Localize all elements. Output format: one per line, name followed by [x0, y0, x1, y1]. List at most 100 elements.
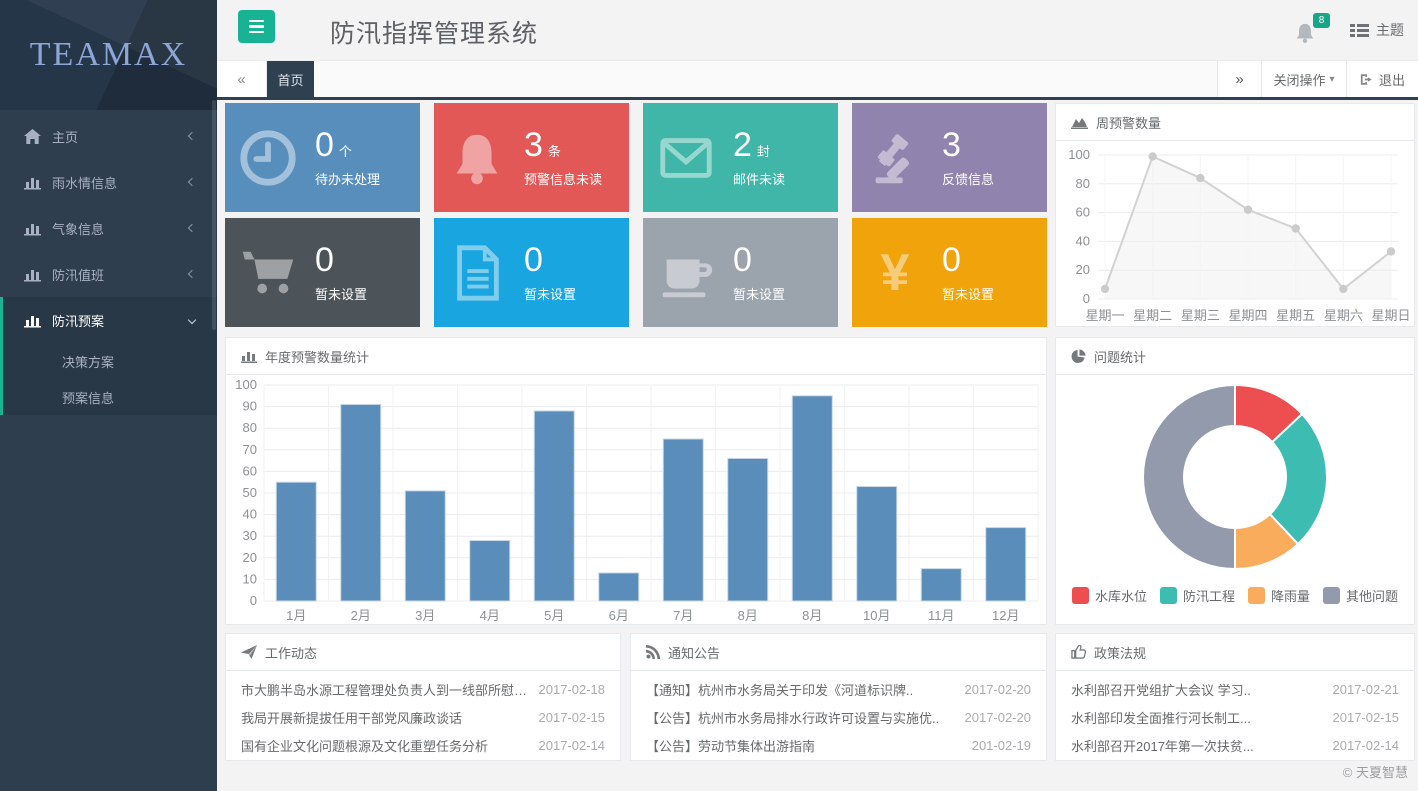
year-alert-panel: 年度预警数量统计 01020304050607080901001月2月3月4月5… — [225, 337, 1047, 625]
panel-title: 年度预警数量统计 — [265, 347, 369, 366]
legend-swatch — [1160, 587, 1177, 604]
sidebar-subitem-decision-plan[interactable]: 决策方案 — [3, 343, 217, 379]
news-link[interactable]: 【公告】杭州市水务局排水行政许可设置与实施优.. — [646, 708, 939, 727]
news-link[interactable]: 【公告】劳动节集体出游指南 — [646, 736, 815, 755]
news-link[interactable]: 水利部召开2017年第一次扶贫... — [1071, 736, 1254, 755]
svg-text:50: 50 — [243, 485, 257, 500]
stat-card-feedback[interactable]: 3 反馈信息 — [852, 103, 1047, 212]
sidebar-active-section: 防汛预案 决策方案 预案信息 — [0, 297, 217, 415]
svg-text:星期日: 星期日 — [1371, 308, 1410, 323]
legend-item-flood-project[interactable]: 防汛工程 — [1160, 586, 1235, 605]
work-news-panel: 工作动态 市大鹏半岛水源工程管理处负责人到一线部所慰问新春 2017-02-18… — [225, 633, 621, 761]
sidebar-item-label: 防汛预案 — [52, 311, 189, 330]
sidebar-subitem-label: 预案信息 — [62, 388, 114, 407]
problem-donut-chart — [1056, 375, 1414, 584]
footer-copyright: © 天夏智慧 — [1343, 762, 1408, 781]
stat-value: 3 — [942, 126, 961, 164]
scroll-tabs-right-button[interactable]: » — [1217, 61, 1262, 97]
svg-text:90: 90 — [243, 399, 257, 414]
tab-home[interactable]: 首页 — [267, 61, 314, 97]
legend-item-reservoir[interactable]: 水库水位 — [1072, 586, 1147, 605]
sidebar-item-label: 气象信息 — [52, 219, 189, 238]
close-operations-label: 关闭操作 — [1273, 70, 1325, 89]
panel-header: 年度预警数量统计 — [226, 338, 1046, 375]
bar-chart-icon — [24, 267, 41, 282]
news-link[interactable]: 市大鹏半岛水源工程管理处负责人到一线部所慰问新春 — [241, 680, 529, 699]
panel-header: 工作动态 — [226, 634, 620, 671]
news-link[interactable]: 水利部召开党组扩大会议 学习.. — [1071, 680, 1251, 699]
notifications-button[interactable]: 8 — [1294, 13, 1324, 47]
news-link[interactable]: 水利部印发全面推行河长制工... — [1071, 708, 1251, 727]
bar-chart-icon — [241, 350, 257, 363]
sidebar-item-flood-duty[interactable]: 防汛值班 — [0, 251, 217, 297]
close-operations-dropdown[interactable]: 关闭操作 ▾ — [1262, 61, 1346, 97]
area-chart-icon — [1071, 116, 1088, 129]
stat-card-mail[interactable]: 2封 邮件未读 — [643, 103, 838, 212]
coffee-icon — [655, 242, 717, 304]
svg-text:星期五: 星期五 — [1276, 308, 1315, 323]
svg-text:星期二: 星期二 — [1133, 308, 1172, 323]
bar-chart-icon — [24, 313, 41, 328]
problem-stats-panel: 问题统计 水库水位 防汛工程 降雨量 其他问题 — [1055, 337, 1415, 625]
panel-header: 政策法规 — [1056, 634, 1414, 671]
gavel-icon — [864, 127, 926, 189]
stat-unit: 封 — [757, 144, 770, 159]
sidebar-scrollbar[interactable] — [212, 100, 216, 330]
stat-label: 反馈信息 — [942, 169, 994, 188]
sidebar-item-label: 雨水情信息 — [52, 173, 189, 192]
svg-text:70: 70 — [243, 442, 257, 457]
stat-unit: 条 — [548, 144, 561, 159]
scroll-tabs-left-button[interactable]: « — [217, 61, 267, 97]
stat-label: 邮件未读 — [733, 169, 785, 188]
svg-text:7月: 7月 — [673, 608, 693, 623]
theme-button[interactable]: 主题 — [1350, 20, 1404, 40]
svg-text:5月: 5月 — [544, 608, 564, 623]
stat-cards: 0个 待办未处理 3条 预警信息未读 2封 邮件未读 3 反馈信息 — [225, 103, 1047, 327]
policy-panel: 政策法规 水利部召开党组扩大会议 学习.. 2017-02-21 水利部印发全面… — [1055, 633, 1415, 761]
svg-text:100: 100 — [1068, 147, 1090, 162]
double-chevron-left-icon: « — [237, 71, 245, 88]
donut-legend: 水库水位 防汛工程 降雨量 其他问题 — [1056, 586, 1414, 605]
sidebar-item-label: 防汛值班 — [52, 265, 189, 284]
stat-card-todo[interactable]: 0个 待办未处理 — [225, 103, 420, 212]
news-link[interactable]: 我局开展新提拔任用干部党风廉政谈话 — [241, 708, 462, 727]
home-icon — [24, 129, 41, 144]
stat-card-alerts[interactable]: 3条 预警信息未读 — [434, 103, 629, 212]
chevron-down-icon — [188, 316, 196, 324]
svg-text:100: 100 — [235, 377, 257, 392]
news-link[interactable]: 【通知】杭州市水务局关于印发《河道标识牌.. — [646, 680, 913, 699]
sidebar-item-rain-info[interactable]: 雨水情信息 — [0, 159, 217, 205]
stat-value: 3 — [524, 126, 543, 164]
legend-item-other[interactable]: 其他问题 — [1323, 586, 1398, 605]
sidebar-item-home[interactable]: 主页 — [0, 113, 217, 159]
stat-card-unset-1[interactable]: 0 暂未设置 — [225, 218, 420, 327]
news-link[interactable]: 国有企业文化问题根源及文化重塑任务分析 — [241, 736, 488, 755]
svg-text:1月: 1月 — [286, 608, 306, 623]
news-date: 2017-02-18 — [539, 682, 606, 697]
stat-card-unset-2[interactable]: 0 暂未设置 — [434, 218, 629, 327]
panel-header: 问题统计 — [1056, 338, 1414, 375]
sidebar: TEAMAX 主页 雨水情信息 气象信息 防汛值班 防汛预案 — [0, 0, 217, 791]
stat-value: 2 — [733, 126, 752, 164]
stat-label: 待办未处理 — [315, 169, 380, 188]
stat-card-unset-3[interactable]: 0 暂未设置 — [643, 218, 838, 327]
panel-header: 通知公告 — [631, 634, 1046, 671]
svg-text:10: 10 — [243, 571, 257, 586]
stat-value: 0 — [942, 241, 961, 279]
legend-item-rainfall[interactable]: 降雨量 — [1248, 586, 1310, 605]
sidebar-item-flood-preplan[interactable]: 防汛预案 — [3, 297, 217, 343]
logout-button[interactable]: 退出 — [1346, 61, 1418, 97]
legend-swatch — [1072, 587, 1089, 604]
theme-label: 主题 — [1376, 20, 1404, 40]
tab-bar: « 首页 » 关闭操作 ▾ 退出 — [217, 60, 1418, 97]
svg-text:60: 60 — [1076, 205, 1090, 220]
svg-text:60: 60 — [243, 463, 257, 478]
sidebar-item-weather-info[interactable]: 气象信息 — [0, 205, 217, 251]
policy-list: 水利部召开党组扩大会议 学习.. 2017-02-21 水利部印发全面推行河长制… — [1056, 671, 1414, 763]
news-row: 我局开展新提拔任用干部党风廉政谈话 2017-02-15 — [226, 703, 620, 731]
sidebar-item-label: 主页 — [52, 127, 189, 146]
menu-toggle-button[interactable] — [238, 10, 275, 43]
stat-label: 暂未设置 — [733, 284, 785, 303]
sidebar-subitem-preplan-info[interactable]: 预案信息 — [3, 379, 217, 415]
stat-card-unset-4[interactable]: ¥ 0 暂未设置 — [852, 218, 1047, 327]
